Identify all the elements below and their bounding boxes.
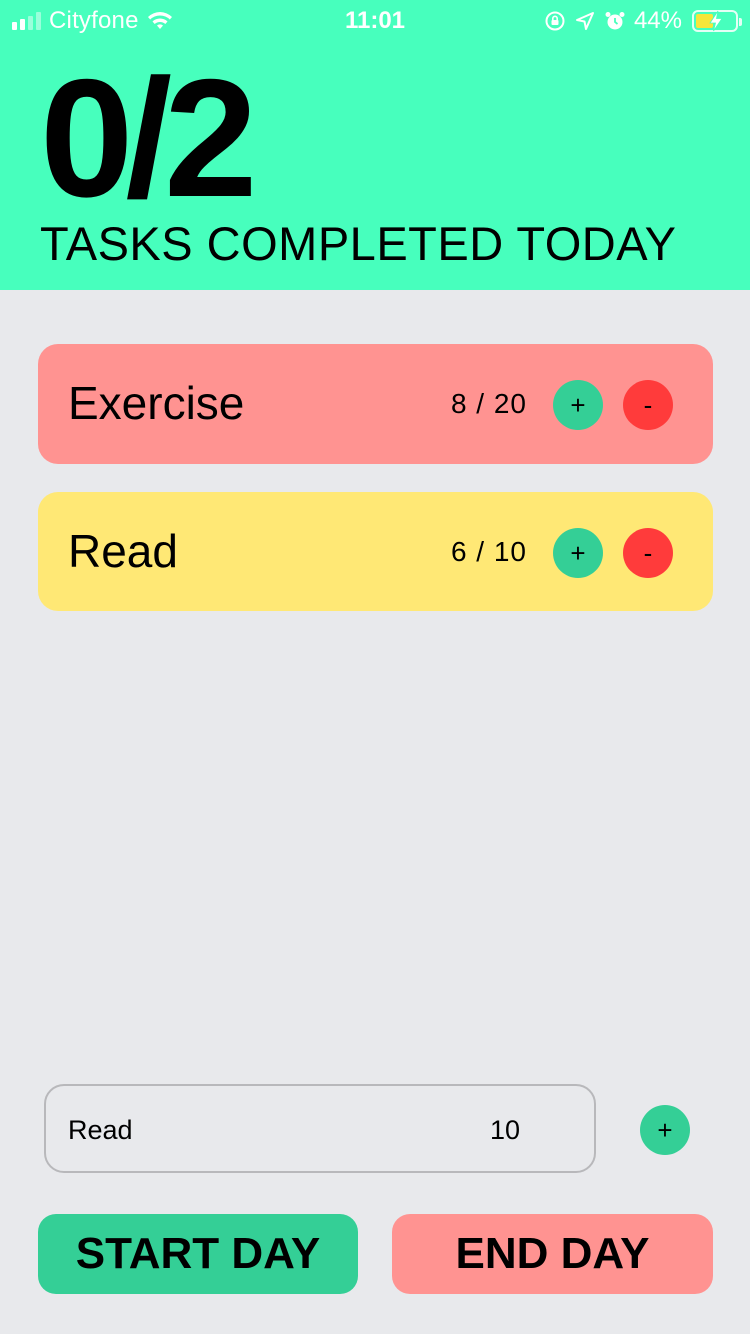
- battery-icon: [692, 10, 742, 32]
- page-subtitle: TASKS COMPLETED TODAY: [40, 217, 677, 270]
- charging-bolt-icon: [709, 10, 723, 32]
- add-task-button[interactable]: +: [640, 1105, 690, 1155]
- status-right: 44%: [544, 7, 742, 35]
- battery-cap: [739, 18, 742, 26]
- end-day-button[interactable]: END DAY: [392, 1214, 713, 1294]
- decrement-button[interactable]: -: [623, 380, 673, 430]
- rotation-lock-icon: [545, 11, 565, 31]
- task-goal-field[interactable]: 10: [490, 1115, 520, 1146]
- increment-button[interactable]: +: [553, 528, 603, 578]
- battery-percent: 44%: [633, 7, 682, 34]
- task-progress: 8 / 20: [450, 388, 527, 419]
- task-card-exercise: Exercise 8 / 20 + -: [38, 344, 713, 464]
- decrement-button[interactable]: -: [623, 528, 673, 578]
- new-task-input[interactable]: Read 10: [44, 1084, 596, 1173]
- increment-button[interactable]: +: [553, 380, 603, 430]
- app-screen: Cityfone 11:01 44% 0/2 TASKS COMPLETED T…: [0, 0, 750, 1334]
- task-progress: 6 / 10: [450, 536, 527, 567]
- completed-counter: 0/2: [40, 44, 258, 232]
- task-name: Read: [68, 525, 178, 577]
- task-card-read: Read 6 / 10 + -: [38, 492, 713, 611]
- start-day-button[interactable]: START DAY: [38, 1214, 358, 1294]
- alarm-icon: [605, 12, 625, 30]
- header: Cityfone 11:01 44% 0/2 TASKS COMPLETED T…: [0, 0, 750, 290]
- status-bar: Cityfone 11:01 44%: [0, 0, 750, 42]
- task-name-field[interactable]: Read: [68, 1115, 133, 1146]
- task-name: Exercise: [68, 377, 245, 429]
- location-icon: [575, 12, 594, 30]
